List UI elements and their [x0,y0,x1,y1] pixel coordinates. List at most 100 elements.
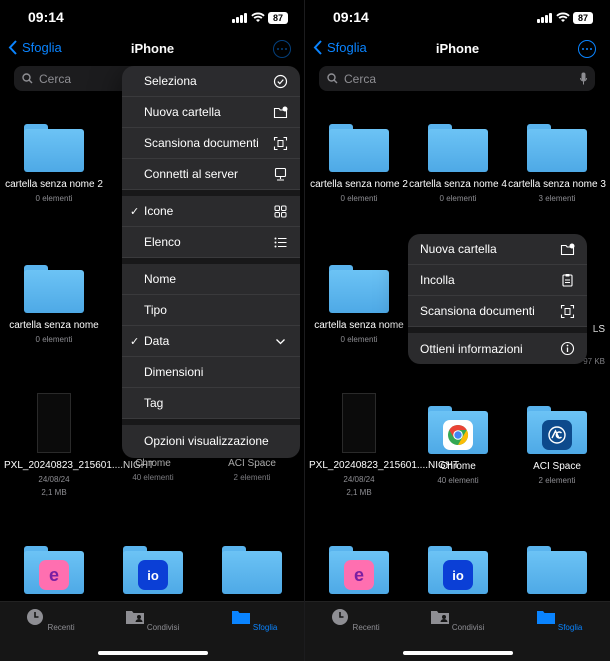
folder-item[interactable] [507,546,607,594]
list-icon [274,237,287,248]
search-field[interactable]: Cerca [319,66,595,91]
item-name: ACI Space [533,461,581,472]
menu-item-data[interactable]: ✓ Data [122,326,300,357]
chrome-icon [443,420,473,450]
page-title: iPhone [130,41,175,56]
item-meta: 0 elementi [35,194,73,203]
folder-icon [222,546,282,594]
wifi-icon [251,12,265,22]
folder-item[interactable]: cartella senza nome 0 elementi [309,265,409,346]
menu-item-elenco[interactable]: Elenco [122,227,300,258]
tab-condivisi[interactable]: Condivisi [112,608,192,632]
new-folder-icon [560,243,575,256]
menu-item-nome[interactable]: Nome [122,264,300,295]
menu-label: Scansiona documenti [420,304,535,318]
menu-label: Scansiona documenti [144,136,259,150]
menu-label: Icone [144,204,174,218]
item-name: cartella senza nome 4 [409,179,507,190]
shared-folder-icon [125,611,144,624]
folder-icon [527,124,587,172]
menu-item-tag[interactable]: Tag [122,388,300,419]
e-app-icon: e [39,560,69,590]
folder-item[interactable]: ACI Space 2 elementi [507,406,607,487]
folder-item[interactable]: io [408,546,508,594]
item-meta: 0 elementi [340,335,378,344]
folder-item[interactable] [202,546,302,594]
menu-label: Data [144,334,170,348]
folder-item[interactable]: cartella senza nome 2 0 elementi [4,124,104,205]
right-screen: 09:14 87 Sfoglia iPhone Cerca cartella s… [305,0,610,661]
folder-item[interactable]: cartella senza nome 0 elementi [4,265,104,346]
tab-sfoglia[interactable]: Sfoglia [214,608,294,632]
menu-item-tipo[interactable]: Tipo [122,295,300,326]
menu-item-nuova-cartella[interactable]: Nuova cartella [122,97,300,128]
tab-condivisi[interactable]: Condivisi [417,608,497,632]
menu-label: Incolla [420,273,455,287]
home-indicator [403,651,513,655]
page-title: iPhone [435,41,480,56]
ctx-item-incolla[interactable]: Incolla [408,265,587,296]
menu-item-connetti[interactable]: Connetti al server [122,159,300,190]
io-app-icon: io [443,560,473,590]
options-menu: Seleziona Nuova cartella Scansiona docum… [122,66,300,458]
menu-label: Ottieni informazioni [420,341,523,356]
folder-icon: io [428,546,488,594]
folder-item[interactable]: cartella senza nome 3 3 elementi [507,124,607,205]
nav-bar: Sfoglia iPhone [0,38,305,60]
tab-label: Recenti [47,623,75,632]
item-name: cartella senza nome 2 [310,179,408,190]
checkmark-icon: ✓ [130,336,140,348]
tab-recenti[interactable]: Recenti [315,608,395,632]
menu-label: Elenco [144,235,181,249]
search-placeholder: Cerca [344,71,377,86]
folder-icon [329,265,389,313]
folder-icon [527,546,587,594]
more-options-button[interactable] [273,40,291,58]
microphone-icon[interactable] [580,72,587,85]
menu-label: Nuova cartella [144,105,221,119]
ctx-item-info[interactable]: Ottieni informazioni [408,333,587,364]
menu-item-dimensioni[interactable]: Dimensioni [122,357,300,388]
menu-item-icone[interactable]: ✓ Icone [122,196,300,227]
new-folder-icon [273,106,288,119]
item-name: cartella senza nome 3 [508,179,606,190]
folder-item[interactable]: Chrome 40 elementi [408,406,508,487]
menu-item-opzioni[interactable]: Opzioni visualizzazione [122,425,300,456]
checkmark-circle-icon [273,74,288,89]
folder-item[interactable]: cartella senza nome 4 0 elementi [408,124,508,205]
menu-label: Connetti al server [144,167,239,181]
e-app-icon: e [344,560,374,590]
item-size: 2,1 MB [41,488,67,497]
grid-icon [274,205,287,218]
status-time: 09:14 [333,9,369,25]
ctx-item-scansiona[interactable]: Scansiona documenti [408,296,587,327]
more-options-button[interactable] [578,40,596,58]
image-thumbnail [342,393,376,453]
folder-item[interactable]: e [309,546,409,594]
tab-label: Condivisi [146,623,180,632]
menu-item-scansiona[interactable]: Scansiona documenti [122,128,300,159]
status-bar: 09:14 87 [0,8,305,28]
scan-document-icon [560,304,575,319]
item-meta: 2 elementi [538,476,576,485]
ctx-item-nuova-cartella[interactable]: Nuova cartella [408,234,587,265]
item-meta: 0 elementi [340,194,378,203]
menu-label: Tag [144,396,164,410]
folder-item[interactable]: cartella senza nome 2 0 elementi [309,124,409,205]
item-name: cartella senza nome 2 [5,179,103,190]
signal-icon [537,13,553,23]
tab-sfoglia[interactable]: Sfoglia [519,608,599,632]
folder-item[interactable]: io [103,546,203,594]
item-meta: 40 elementi [437,476,479,485]
tab-recenti[interactable]: Recenti [10,608,90,632]
file-item[interactable]: PXL_20240823_215601....NIGHT 24/08/24 2,… [4,393,154,499]
io-app-icon: io [138,560,168,590]
folder-item[interactable]: e [4,546,104,594]
folder-icon [527,406,587,454]
battery-icon: 87 [268,12,288,24]
battery-icon: 87 [573,12,593,24]
status-time: 09:14 [28,9,64,25]
file-item[interactable]: PXL_20240823_215601....NIGHT 24/08/24 2,… [309,393,459,499]
menu-item-seleziona[interactable]: Seleziona [122,66,300,97]
tab-label: Sfoglia [252,623,278,632]
